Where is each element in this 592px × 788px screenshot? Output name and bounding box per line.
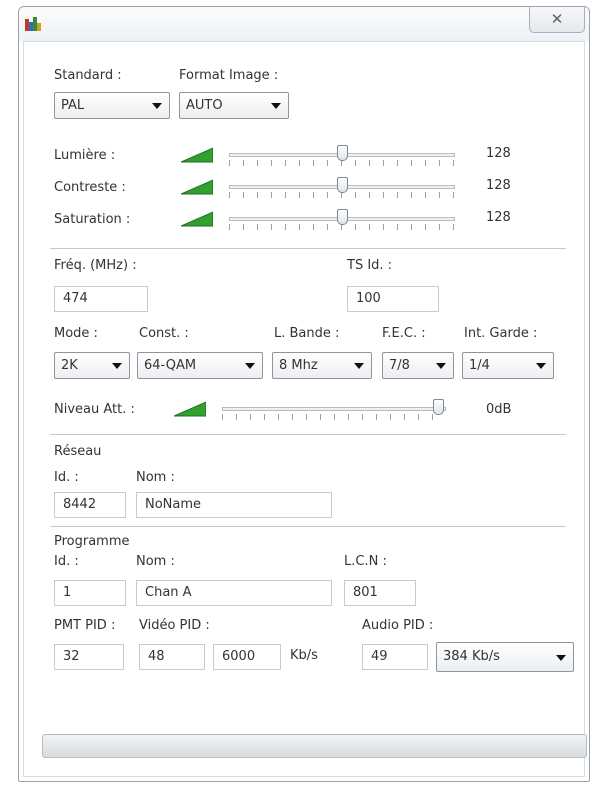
fec-value: 7/8 (389, 358, 410, 373)
saturation-value: 128 (486, 210, 511, 225)
lumiere-slider-thumb[interactable] (337, 145, 348, 161)
reseau-id-label: Id. : (54, 470, 79, 485)
separator (50, 526, 566, 527)
standard-dropdown[interactable]: PAL (54, 92, 170, 119)
format-image-value: AUTO (186, 98, 223, 113)
format-image-label: Format Image : (179, 68, 279, 83)
reseau-nom-field[interactable]: NoName (136, 492, 332, 518)
chevron-down-icon (536, 363, 546, 369)
mode-dropdown[interactable]: 2K (54, 352, 130, 379)
volume-icon (181, 211, 213, 227)
bande-value: 8 Mhz (279, 358, 318, 373)
close-icon: ✕ (550, 10, 564, 28)
garde-label: Int. Garde : (464, 326, 538, 341)
dialog-window: ✕ Standard : Format Image : PAL AUTO Lum… (18, 6, 590, 782)
niveau-value: 0dB (486, 402, 512, 417)
reseau-nom-label: Nom : (136, 470, 175, 485)
separator (50, 248, 566, 249)
chevron-down-icon (436, 363, 446, 369)
reseau-id-field[interactable]: 8442 (54, 492, 126, 518)
contraste-label: Contreste : (54, 180, 126, 195)
title-bar[interactable]: ✕ (19, 7, 589, 41)
reseau-section-label: Réseau (54, 444, 102, 459)
contraste-value: 128 (486, 178, 511, 193)
fec-dropdown[interactable]: 7/8 (382, 352, 454, 379)
progress-bar (42, 734, 587, 758)
audio-rate-value: 384 Kb/s (443, 649, 500, 664)
bande-dropdown[interactable]: 8 Mhz (272, 352, 372, 379)
lumiere-label: Lumière : (54, 148, 116, 163)
pmt-pid-label: PMT PID : (54, 618, 116, 633)
lcn-label: L.C.N : (344, 554, 387, 569)
close-button[interactable]: ✕ (529, 7, 585, 33)
audio-rate-dropdown[interactable]: 384 Kb/s (436, 642, 574, 672)
pmt-pid-field[interactable]: 32 (54, 644, 124, 670)
niveau-label: Niveau Att. : (54, 402, 135, 417)
volume-icon (181, 179, 213, 195)
chevron-down-icon (271, 103, 281, 109)
standard-value: PAL (61, 98, 85, 113)
saturation-label: Saturation : (54, 212, 131, 227)
chevron-down-icon (152, 103, 162, 109)
programme-nom-label: Nom : (136, 554, 175, 569)
audio-pid-label: Audio PID : (362, 618, 434, 633)
format-image-dropdown[interactable]: AUTO (179, 92, 289, 119)
video-rate-unit: Kb/s (290, 648, 318, 663)
video-pid-field[interactable]: 48 (139, 644, 205, 670)
programme-section-label: Programme (54, 534, 130, 549)
garde-value: 1/4 (469, 358, 490, 373)
freq-label: Fréq. (MHz) : (54, 258, 137, 273)
niveau-slider-thumb[interactable] (433, 399, 444, 415)
niveau-ticks (222, 414, 446, 420)
dialog-content: Standard : Format Image : PAL AUTO Lumiè… (23, 41, 587, 777)
lcn-field[interactable]: 801 (344, 580, 416, 606)
garde-dropdown[interactable]: 1/4 (462, 352, 554, 379)
freq-field[interactable]: 474 (54, 286, 148, 312)
volume-icon (181, 147, 213, 163)
volume-icon (174, 401, 206, 417)
mode-value: 2K (61, 358, 78, 373)
tsid-label: TS Id. : (347, 258, 393, 273)
chevron-down-icon (112, 363, 122, 369)
mode-label: Mode : (54, 326, 98, 341)
const-label: Const. : (139, 326, 189, 341)
saturation-slider-thumb[interactable] (337, 209, 348, 225)
contraste-slider-thumb[interactable] (337, 177, 348, 193)
chevron-down-icon (245, 363, 255, 369)
video-pid-label: Vidéo PID : (139, 618, 210, 633)
app-icon (25, 17, 41, 31)
programme-id-field[interactable]: 1 (54, 580, 126, 606)
const-dropdown[interactable]: 64-QAM (137, 352, 263, 379)
chevron-down-icon (354, 363, 364, 369)
niveau-slider[interactable] (222, 407, 446, 411)
standard-label: Standard : (54, 68, 122, 83)
video-rate-field[interactable]: 6000 (213, 644, 281, 670)
programme-id-label: Id. : (54, 554, 79, 569)
lumiere-value: 128 (486, 146, 511, 161)
audio-pid-field[interactable]: 49 (362, 644, 428, 670)
chevron-down-icon (556, 655, 566, 661)
programme-nom-field[interactable]: Chan A (136, 580, 332, 606)
separator (50, 434, 566, 435)
const-value: 64-QAM (144, 358, 197, 373)
fec-label: F.E.C. : (382, 326, 426, 341)
bande-label: L. Bande : (274, 326, 340, 341)
tsid-field[interactable]: 100 (347, 286, 439, 312)
